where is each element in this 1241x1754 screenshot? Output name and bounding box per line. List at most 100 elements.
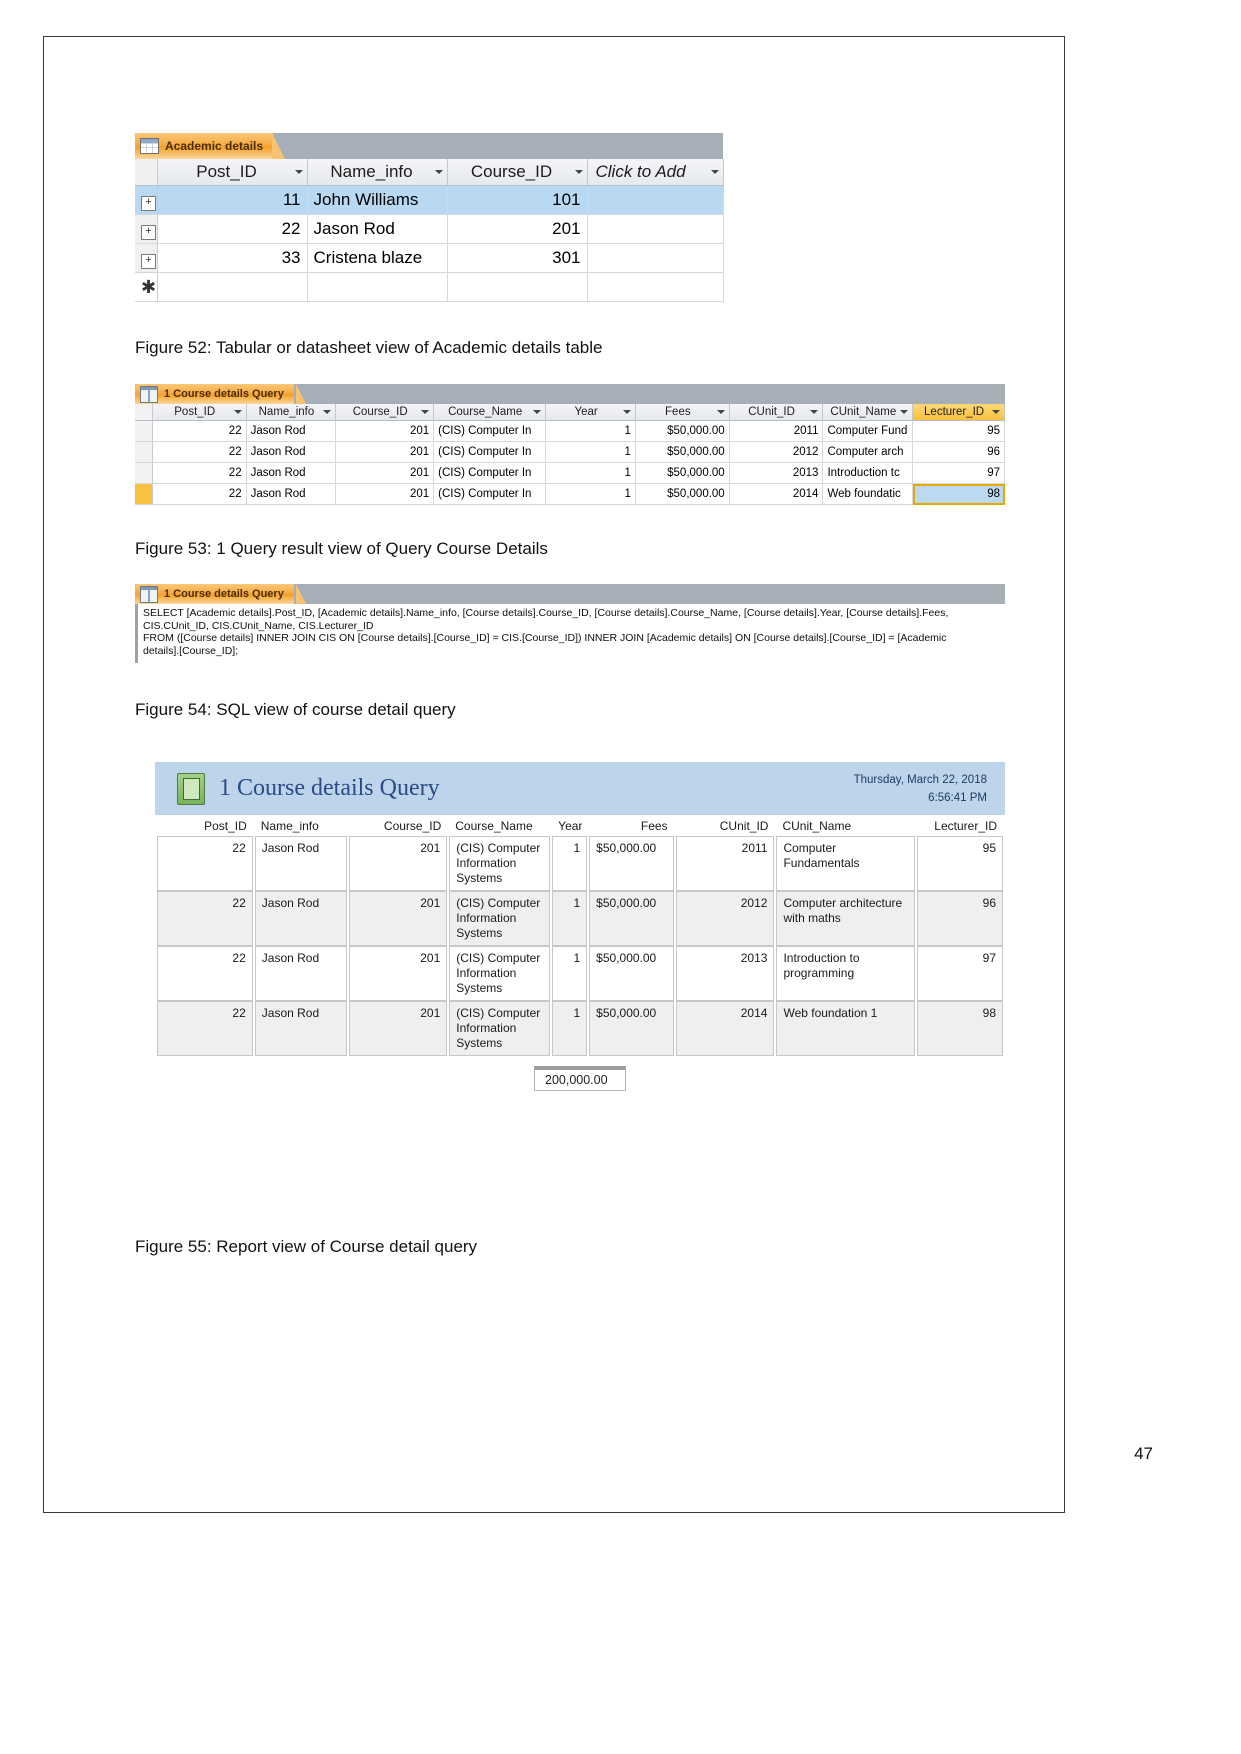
fig53-cell-year[interactable]: 1 — [545, 483, 636, 505]
fig52-new-cell[interactable] — [307, 272, 448, 302]
fig53-col-lecturer-id[interactable]: Lecturer_ID — [912, 404, 1005, 421]
fig52-cell-name-info[interactable]: Jason Rod — [307, 214, 448, 244]
table-row[interactable]: 22 Jason Rod 201 (CIS) Computer In 1 $50… — [135, 462, 1005, 484]
fig53-cell-cunit-id[interactable]: 2011 — [729, 420, 824, 442]
fig53-row-gutter[interactable] — [135, 420, 153, 442]
table-row[interactable]: 22 Jason Rod 201 (CIS) Computer Informat… — [157, 946, 1003, 1001]
sql-text-area[interactable]: SELECT [Academic details].Post_ID, [Acad… — [135, 604, 1005, 663]
fig52-col-post-id[interactable]: Post_ID — [157, 159, 308, 186]
chevron-down-icon[interactable] — [900, 410, 909, 414]
fig53-row-gutter-selected[interactable] — [135, 483, 153, 505]
chevron-down-icon[interactable] — [434, 170, 443, 174]
fig53-cell-fees[interactable]: $50,000.00 — [635, 483, 730, 505]
fig52-cell-post-id[interactable]: 33 — [157, 243, 308, 273]
fig53-cell-name-info[interactable]: Jason Rod — [246, 420, 337, 442]
fig53-cell-course-id[interactable]: 201 — [335, 441, 435, 463]
fig53-col-fees[interactable]: Fees — [635, 404, 730, 421]
expand-row-icon[interactable]: + — [141, 224, 156, 240]
fig53-cell-cunit-name[interactable]: Introduction tc — [822, 462, 914, 484]
expand-row-icon[interactable]: + — [141, 195, 156, 211]
fig53-cell-cunit-name[interactable]: Web foundatic — [822, 483, 914, 505]
fig53-col-cunit-id[interactable]: CUnit_ID — [729, 404, 824, 421]
fig53-cell-post-id[interactable]: 22 — [152, 420, 247, 442]
fig52-new-record-row[interactable]: ✱ — [135, 272, 724, 302]
fig53-cell-year[interactable]: 1 — [545, 441, 636, 463]
fig53-cell-year[interactable]: 1 — [545, 420, 636, 442]
chevron-down-icon[interactable] — [716, 410, 725, 414]
fig53-row-gutter[interactable] — [135, 441, 153, 463]
fig53-col-year[interactable]: Year — [545, 404, 636, 421]
fig52-cell-blank[interactable] — [587, 185, 724, 215]
chevron-down-icon[interactable] — [294, 170, 303, 174]
new-record-marker-icon[interactable]: ✱ — [135, 272, 158, 302]
fig52-select-all-corner[interactable] — [135, 159, 158, 186]
chevron-down-icon[interactable] — [233, 410, 242, 414]
fig52-cell-course-id[interactable]: 101 — [447, 185, 588, 215]
table-row[interactable]: + 11 John Williams 101 — [135, 185, 724, 215]
fig52-col-course-id[interactable]: Course_ID — [447, 159, 588, 186]
fig53-col-course-id[interactable]: Course_ID — [335, 404, 435, 421]
fig52-row-gutter[interactable]: + — [135, 243, 158, 273]
fig52-new-cell[interactable] — [157, 272, 308, 302]
fig52-row-gutter[interactable]: + — [135, 214, 158, 244]
fig52-cell-name-info[interactable]: John Williams — [307, 185, 448, 215]
expand-row-icon[interactable]: + — [141, 253, 156, 269]
fig52-cell-course-id[interactable]: 301 — [447, 243, 588, 273]
fig52-cell-name-info[interactable]: Cristena blaze — [307, 243, 448, 273]
fig53-cell-lecturer-id[interactable]: 95 — [912, 420, 1005, 442]
fig53-cell-cunit-id[interactable]: 2013 — [729, 462, 824, 484]
table-row[interactable]: + 22 Jason Rod 201 — [135, 214, 724, 244]
fig53-cell-course-name[interactable]: (CIS) Computer In — [433, 483, 547, 505]
chevron-down-icon[interactable] — [323, 410, 332, 414]
fig52-cell-course-id[interactable]: 201 — [447, 214, 588, 244]
fig52-cell-blank[interactable] — [587, 243, 724, 273]
fig53-col-post-id[interactable]: Post_ID — [152, 404, 247, 421]
fig52-cell-post-id[interactable]: 11 — [157, 185, 308, 215]
fig52-cell-post-id[interactable]: 22 — [157, 214, 308, 244]
fig53-cell-cunit-id[interactable]: 2012 — [729, 441, 824, 463]
fig54-tab-course-details-query[interactable]: 1 Course details Query — [135, 584, 306, 604]
table-row[interactable]: 22 Jason Rod 201 (CIS) Computer Informat… — [157, 1001, 1003, 1056]
fig53-cell-fees[interactable]: $50,000.00 — [635, 462, 730, 484]
fig52-new-cell[interactable] — [587, 272, 724, 302]
fig53-cell-year[interactable]: 1 — [545, 462, 636, 484]
fig53-cell-cunit-name[interactable]: Computer arch — [822, 441, 914, 463]
fig53-cell-post-id[interactable]: 22 — [152, 483, 247, 505]
table-row[interactable]: 22 Jason Rod 201 (CIS) Computer In 1 $50… — [135, 420, 1005, 442]
table-row[interactable]: 22 Jason Rod 201 (CIS) Computer Informat… — [157, 891, 1003, 946]
fig52-col-name-info[interactable]: Name_info — [307, 159, 448, 186]
fig52-col-click-to-add[interactable]: Click to Add — [587, 159, 724, 186]
table-row[interactable]: 22 Jason Rod 201 (CIS) Computer In 1 $50… — [135, 483, 1005, 505]
fig52-tab-academic-details[interactable]: Academic details — [135, 133, 286, 159]
table-row[interactable]: 22 Jason Rod 201 (CIS) Computer Informat… — [157, 836, 1003, 891]
fig53-cell-course-name[interactable]: (CIS) Computer In — [433, 441, 547, 463]
fig53-cell-course-id[interactable]: 201 — [335, 462, 435, 484]
fig52-row-gutter[interactable]: + — [135, 185, 158, 215]
fig53-select-all-corner[interactable] — [135, 404, 153, 421]
fig53-cell-fees[interactable]: $50,000.00 — [635, 420, 730, 442]
fig53-row-gutter[interactable] — [135, 462, 153, 484]
fig53-col-cunit-name[interactable]: CUnit_Name — [822, 404, 914, 421]
fig53-cell-course-id[interactable]: 201 — [335, 420, 435, 442]
fig53-cell-cunit-id[interactable]: 2014 — [729, 483, 824, 505]
fig53-cell-lecturer-id[interactable]: 97 — [912, 462, 1005, 484]
fig52-new-cell[interactable] — [447, 272, 588, 302]
fig53-tab-course-details-query[interactable]: 1 Course details Query — [135, 384, 306, 404]
fig53-cell-course-id[interactable]: 201 — [335, 483, 435, 505]
fig52-cell-blank[interactable] — [587, 214, 724, 244]
chevron-down-icon[interactable] — [533, 410, 542, 414]
fig53-col-course-name[interactable]: Course_Name — [433, 404, 547, 421]
fig53-cell-name-info[interactable]: Jason Rod — [246, 441, 337, 463]
chevron-down-icon[interactable] — [421, 410, 430, 414]
fig53-cell-fees[interactable]: $50,000.00 — [635, 441, 730, 463]
fig53-cell-name-info[interactable]: Jason Rod — [246, 462, 337, 484]
table-row[interactable]: + 33 Cristena blaze 301 — [135, 243, 724, 273]
chevron-down-icon[interactable] — [810, 410, 819, 414]
fig53-cell-lecturer-id-selected[interactable]: 98 — [912, 483, 1005, 505]
fig53-cell-post-id[interactable]: 22 — [152, 441, 247, 463]
fig53-col-name-info[interactable]: Name_info — [246, 404, 337, 421]
fig53-cell-lecturer-id[interactable]: 96 — [912, 441, 1005, 463]
fig53-cell-name-info[interactable]: Jason Rod — [246, 483, 337, 505]
fig53-cell-course-name[interactable]: (CIS) Computer In — [433, 462, 547, 484]
chevron-down-icon[interactable] — [574, 170, 583, 174]
